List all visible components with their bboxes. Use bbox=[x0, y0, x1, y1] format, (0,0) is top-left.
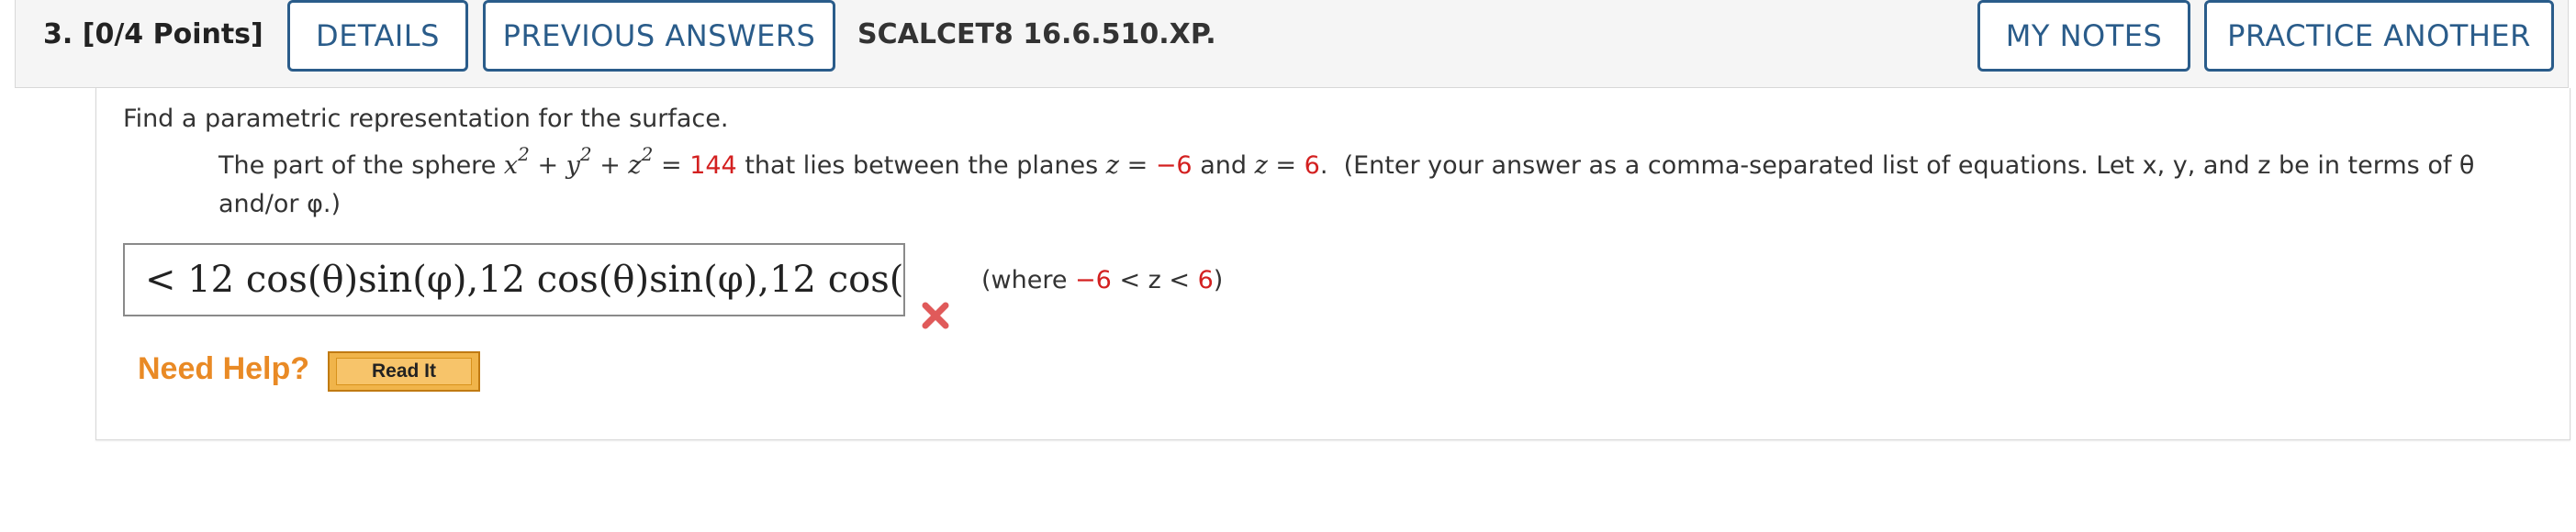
question-intro: Find a parametric representation for the… bbox=[123, 105, 729, 133]
need-help-label: Need Help? bbox=[138, 351, 310, 386]
upper-bound: 6 bbox=[1304, 151, 1320, 180]
lower-bound: −6 bbox=[1155, 151, 1193, 180]
question-prompt: The part of the sphere x2 + y2 + z2 = 14… bbox=[218, 143, 2475, 218]
plane-upper-label: z = bbox=[1254, 151, 1305, 180]
and-text: and bbox=[1200, 151, 1255, 180]
question-number: 3. bbox=[43, 18, 73, 50]
where-middle: < z < bbox=[1111, 266, 1198, 294]
incorrect-x-icon bbox=[922, 302, 949, 329]
prompt-text-2: that lies between the planes bbox=[745, 151, 1106, 180]
answer-input[interactable]: < 12 cos(θ)sin(φ),12 cos(θ)sin(φ),12 cos… bbox=[123, 243, 905, 316]
prompt-text-1: The part of the sphere bbox=[218, 151, 504, 180]
previous-answers-button[interactable]: PREVIOUS ANSWERS bbox=[483, 0, 835, 72]
equation-rhs: 144 bbox=[689, 151, 737, 180]
sphere-equation: x2 + y2 + z2 = bbox=[503, 143, 690, 180]
where-suffix: ) bbox=[1213, 266, 1224, 294]
details-button[interactable]: DETAILS bbox=[287, 0, 468, 72]
read-it-button[interactable]: Read It bbox=[328, 351, 480, 392]
practice-another-button[interactable]: PRACTICE ANOTHER bbox=[2204, 0, 2554, 72]
answer-value: < 12 cos(θ)sin(φ),12 cos(θ)sin(φ),12 cos… bbox=[145, 259, 905, 301]
where-lower: −6 bbox=[1075, 266, 1112, 294]
problem-code: SCALCET8 16.6.510.XP. bbox=[857, 18, 1216, 50]
question-title: 3. [0/4 Points] bbox=[43, 18, 263, 50]
my-notes-button[interactable]: MY NOTES bbox=[1977, 0, 2190, 72]
plane-lower-label: z = bbox=[1105, 151, 1156, 180]
where-constraint: (where −6 < z < 6) bbox=[981, 266, 1223, 294]
question-points: [0/4 Points] bbox=[82, 18, 263, 50]
where-upper: 6 bbox=[1197, 266, 1214, 294]
read-it-label: Read It bbox=[336, 358, 472, 385]
where-prefix: (where bbox=[981, 266, 1076, 294]
